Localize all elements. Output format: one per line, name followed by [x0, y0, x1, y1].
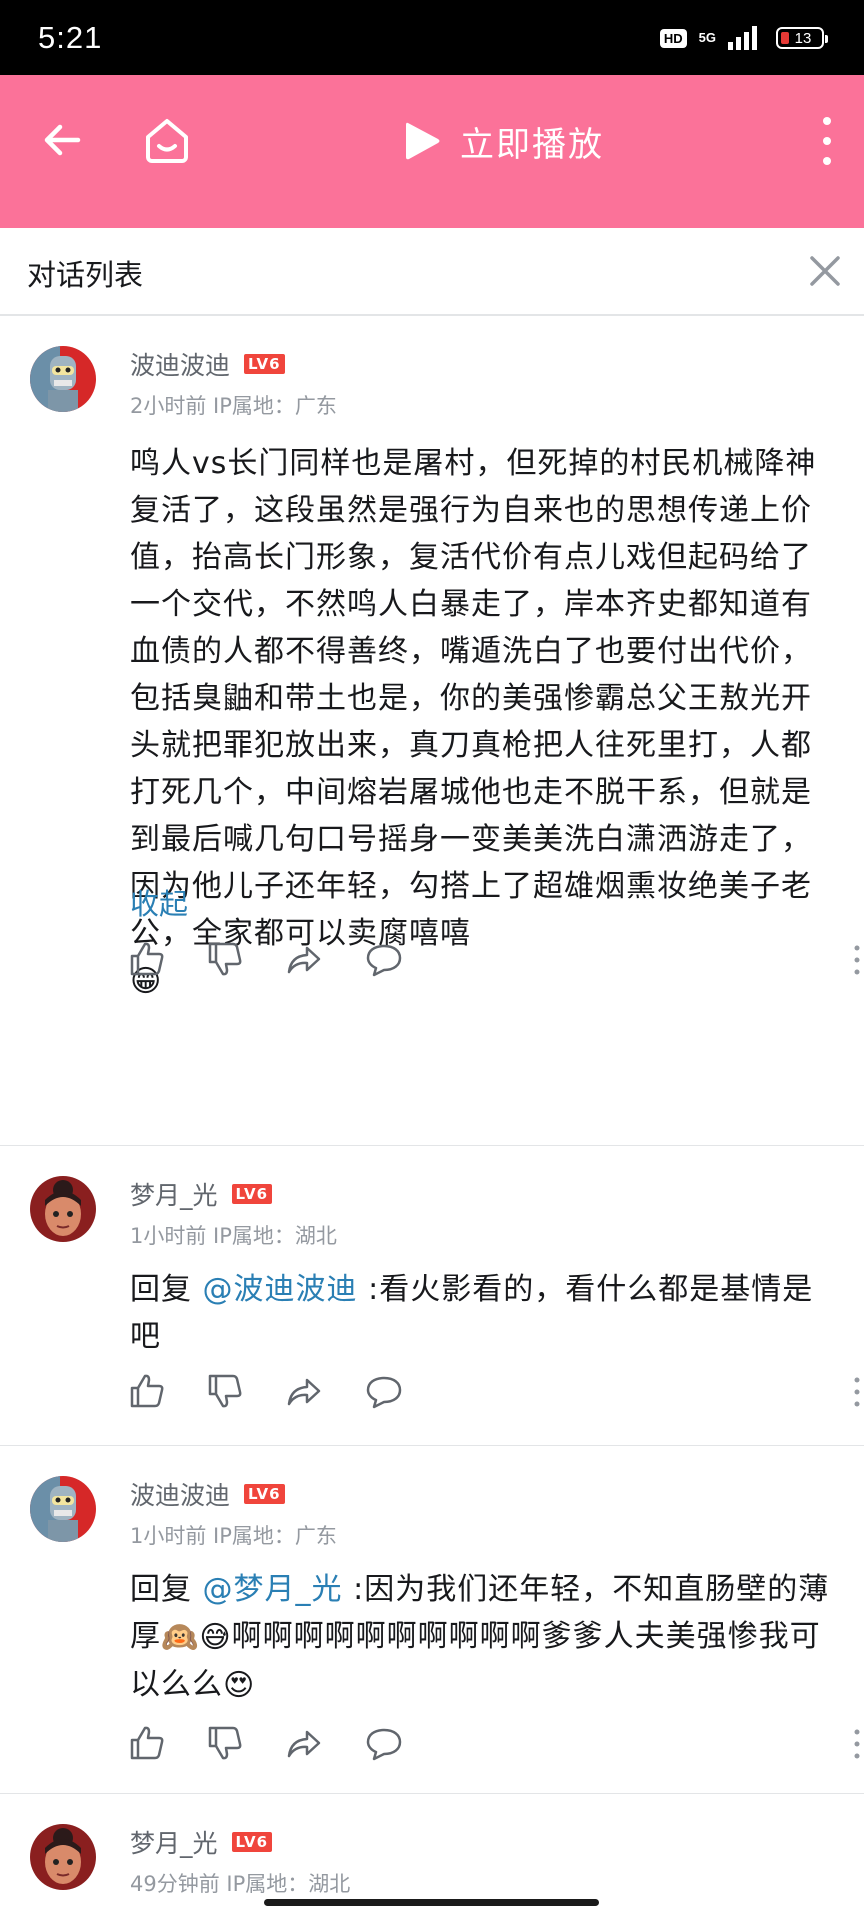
thumbs-up-icon[interactable]	[128, 940, 166, 978]
level-badge: LV6	[231, 1184, 273, 1204]
level-badge: LV6	[244, 1484, 285, 1504]
level-badge: LV6	[244, 354, 285, 374]
collapse-link[interactable]: 收起	[130, 881, 188, 923]
status-icons: HD 5G 13	[659, 22, 828, 54]
share-icon[interactable]	[285, 940, 323, 978]
avatar[interactable]	[30, 1476, 96, 1542]
comment-actions	[128, 1724, 860, 1764]
mention-link[interactable]: @波迪波迪	[203, 1272, 358, 1307]
comment-actions	[128, 940, 860, 980]
comment-bubble-icon[interactable]	[365, 1372, 403, 1410]
comment-meta: 1小时前 IP属地：湖北	[130, 1224, 337, 1248]
comment-bubble-icon[interactable]	[365, 940, 403, 978]
comment-bubble-icon[interactable]	[365, 1724, 403, 1762]
thumbs-down-icon[interactable]	[206, 1372, 244, 1410]
network-label: 5G	[698, 30, 716, 45]
share-icon[interactable]	[285, 1372, 323, 1410]
play-now-label: 立即播放	[460, 124, 604, 165]
conversation-header: 对话列表	[0, 228, 864, 316]
heart-eyes-emoji: 😍	[223, 1668, 256, 1703]
username-row: 梦月_光 LV6	[130, 1824, 273, 1860]
thumbs-up-icon[interactable]	[128, 1724, 166, 1762]
share-icon[interactable]	[285, 1724, 323, 1762]
avatar[interactable]	[30, 1176, 96, 1242]
more-vertical-icon[interactable]	[812, 113, 842, 169]
comment-item: 波迪波迪 LV6 2小时前 IP属地：广东 鸣人vs长门同样也是屠村，但死掉的村…	[0, 316, 864, 1146]
username[interactable]: 梦月_光	[130, 1824, 218, 1860]
username-row: 波迪波迪 LV6	[130, 346, 285, 382]
comment-actions	[128, 1372, 860, 1412]
comment-meta: 2小时前 IP属地：广东	[130, 394, 337, 418]
back-arrow-icon[interactable]	[38, 115, 88, 165]
more-options-icon[interactable]	[852, 942, 862, 978]
username[interactable]: 波迪波迪	[130, 1476, 230, 1512]
avatar[interactable]	[30, 346, 96, 412]
more-options-icon[interactable]	[852, 1726, 862, 1762]
mention-link[interactable]: @梦月_光	[203, 1572, 343, 1607]
battery-level: 13	[794, 29, 812, 47]
reply-prefix: 回复	[130, 1572, 203, 1607]
avatar[interactable]	[30, 1824, 96, 1890]
panel-title: 对话列表	[27, 258, 144, 292]
close-icon[interactable]	[804, 250, 846, 292]
signal-icon	[728, 26, 757, 50]
status-time: 5:21	[38, 20, 103, 55]
comment-item: 梦月_光 LV6 1小时前 IP属地：湖北 回复 @波迪波迪 :看火影看的，看什…	[0, 1146, 864, 1446]
see-no-evil-monkey-emoji: 🙉	[161, 1620, 200, 1655]
play-icon	[406, 122, 440, 160]
battery-icon: 13	[776, 27, 828, 49]
username-row: 波迪波迪 LV6	[130, 1476, 285, 1512]
more-options-icon[interactable]	[852, 1374, 862, 1410]
top-bar: 立即播放	[0, 75, 864, 228]
thumbs-down-icon[interactable]	[206, 940, 244, 978]
username[interactable]: 波迪波迪	[130, 346, 230, 382]
username[interactable]: 梦月_光	[130, 1176, 218, 1212]
thumbs-down-icon[interactable]	[206, 1724, 244, 1762]
sweat-smile-emoji: 😅	[199, 1620, 232, 1655]
comment-text: 鸣人vs长门同样也是屠村，但死掉的村民机械降神复活了，这段虽然是强行为自来也的思…	[130, 440, 830, 1005]
thumbs-up-icon[interactable]	[128, 1372, 166, 1410]
level-badge: LV6	[231, 1832, 273, 1852]
play-now-button[interactable]: 立即播放	[402, 111, 604, 171]
home-indicator[interactable]	[264, 1899, 599, 1906]
username-row: 梦月_光 LV6	[130, 1176, 273, 1212]
comment-text: 回复 @波迪波迪 :看火影看的，看什么都是基情是吧	[130, 1266, 830, 1360]
comment-meta: 49分钟前 IP属地：湖北	[130, 1872, 351, 1896]
status-bar: 5:21 HD 5G 13	[0, 0, 864, 75]
comment-body: 鸣人vs长门同样也是屠村，但死掉的村民机械降神复活了，这段虽然是强行为自来也的思…	[130, 446, 817, 951]
comment-item: 波迪波迪 LV6 1小时前 IP属地：广东 回复 @梦月_光 :因为我们还年轻，…	[0, 1446, 864, 1794]
comment-meta: 1小时前 IP属地：广东	[130, 1524, 337, 1548]
hd-badge: HD	[659, 28, 687, 48]
home-icon[interactable]	[140, 113, 194, 167]
comment-text: 回复 @梦月_光 :因为我们还年轻，不知直肠壁的薄厚🙉😅啊啊啊啊啊啊啊啊啊啊爹爹…	[130, 1566, 830, 1709]
reply-prefix: 回复	[130, 1272, 203, 1307]
